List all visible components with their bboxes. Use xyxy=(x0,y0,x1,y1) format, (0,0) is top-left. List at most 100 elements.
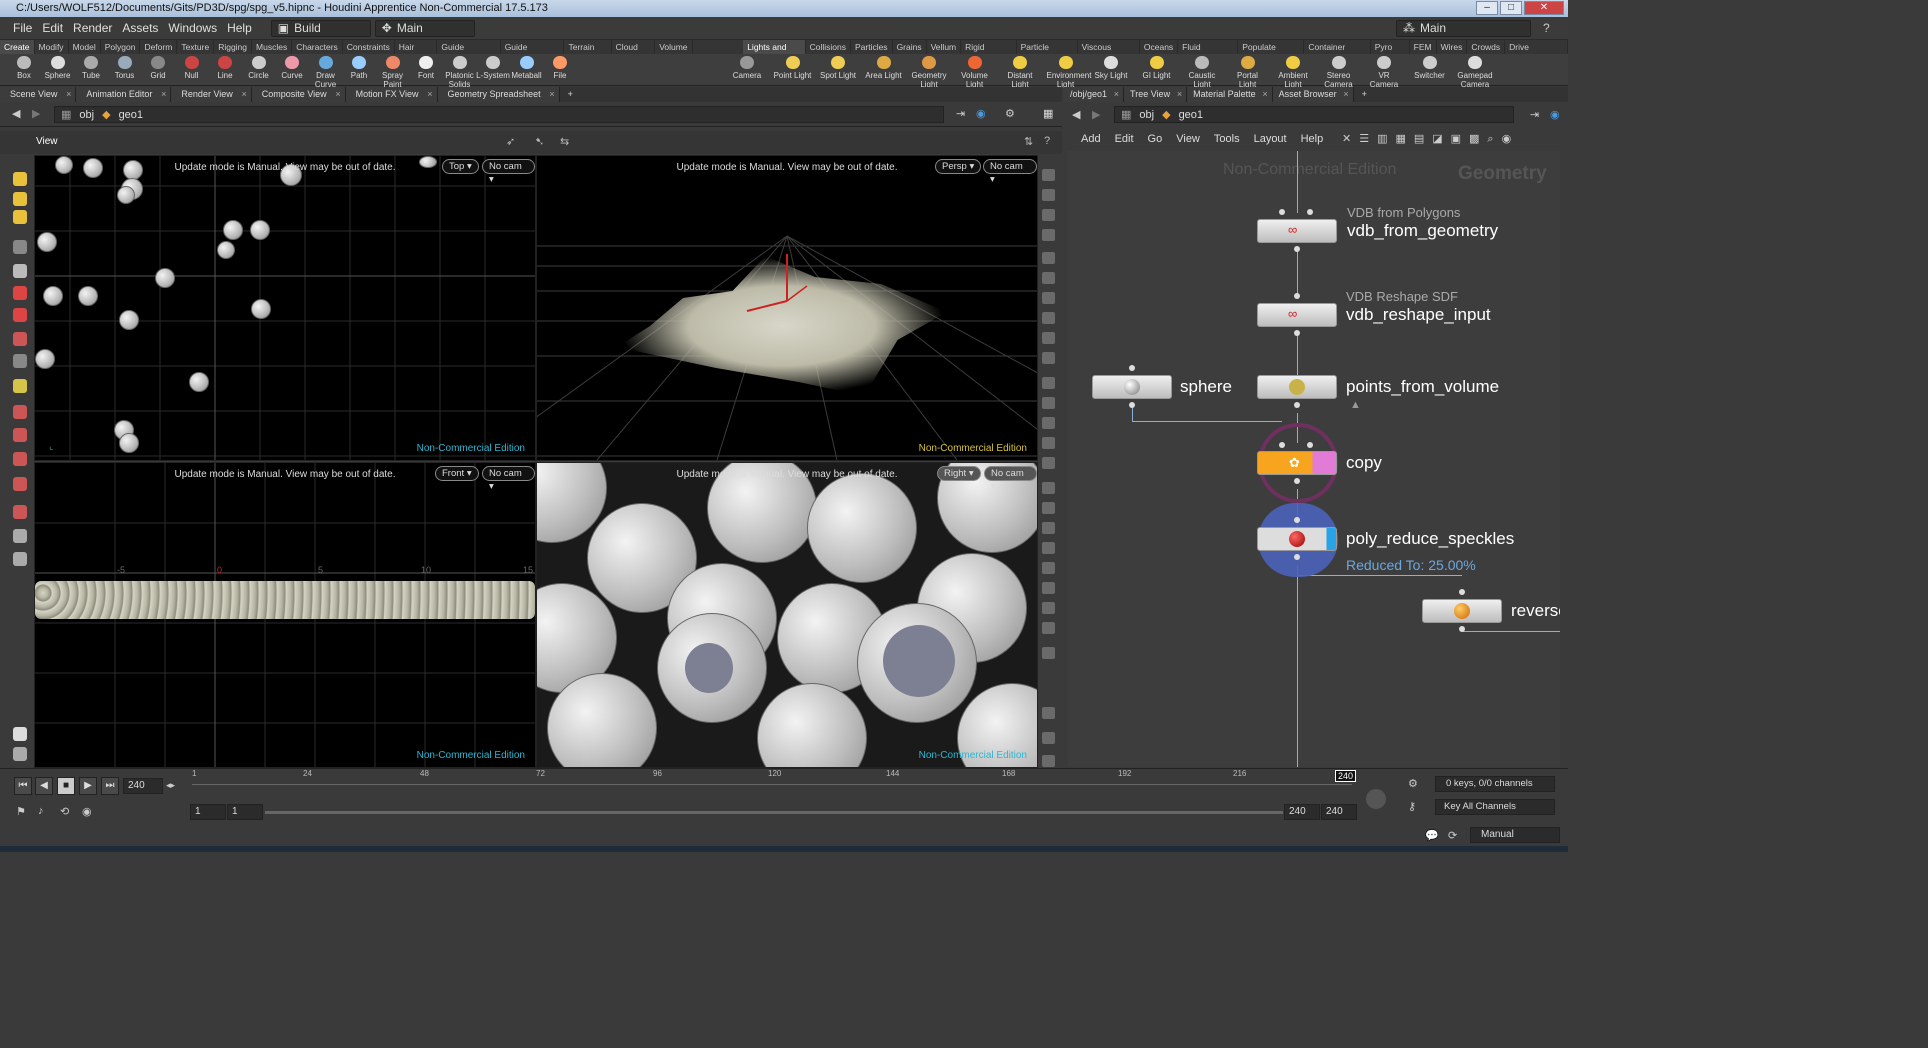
net-tab[interactable]: /obj/geo1 xyxy=(1064,87,1125,102)
node-poly-reduce-speckles[interactable] xyxy=(1257,527,1337,551)
node-output[interactable] xyxy=(1294,330,1300,336)
net-menu-go[interactable]: Go xyxy=(1141,133,1170,145)
display-option-icon[interactable] xyxy=(1042,209,1055,221)
path-field[interactable]: ▦ obj ◆ geo1 xyxy=(54,106,944,123)
shelf-tab[interactable]: Drive Simula... xyxy=(1505,40,1568,66)
shelf-tab[interactable]: Container Tools xyxy=(1304,40,1371,66)
node-output[interactable] xyxy=(1294,246,1300,252)
keys-channels-field[interactable]: 0 keys, 0/0 channels xyxy=(1435,776,1555,792)
net-link-icon[interactable]: ◉ xyxy=(1550,108,1560,121)
viewport-top[interactable]: Update mode is Manual. View may be out o… xyxy=(34,155,536,461)
viewer-tool-icon[interactable] xyxy=(13,727,27,741)
display-option-icon[interactable] xyxy=(1042,482,1055,494)
shelf-tool[interactable]: Distant Light xyxy=(1001,54,1039,89)
node-input[interactable] xyxy=(1307,209,1313,215)
realtime-toggle-icon[interactable]: ◉ xyxy=(82,805,92,818)
current-frame-field[interactable]: 240 xyxy=(123,778,163,794)
shelf-tab[interactable]: Particles xyxy=(851,40,893,54)
display-option-icon[interactable] xyxy=(1042,602,1055,614)
desktop-main-select[interactable]: ✥ Main xyxy=(374,19,475,37)
range-start-field[interactable]: 1 xyxy=(227,804,263,820)
shelf-tab[interactable]: Viscous Fluids xyxy=(1078,40,1140,66)
menu-file[interactable]: File xyxy=(8,21,37,35)
shelf-tool[interactable]: Sky Light xyxy=(1092,54,1130,80)
start-frame-field[interactable]: 1 xyxy=(190,804,226,820)
lock-icon[interactable]: ▲ xyxy=(1350,399,1361,411)
node-copy[interactable]: ✿ xyxy=(1257,451,1337,475)
desktop-right-select[interactable]: ⁂ Main xyxy=(1396,19,1531,37)
node-input[interactable] xyxy=(1459,589,1465,595)
viewer-tool-icon[interactable] xyxy=(13,192,27,206)
viewer-tool-icon[interactable] xyxy=(13,552,27,566)
node-output[interactable] xyxy=(1294,478,1300,484)
net-menu-layout[interactable]: Layout xyxy=(1247,133,1294,145)
net-menu-add[interactable]: Add xyxy=(1074,133,1108,145)
shelf-tool[interactable]: Torus xyxy=(106,54,144,80)
shelf-tool[interactable]: Camera xyxy=(728,54,766,80)
link-icon[interactable]: ◉ xyxy=(976,107,986,120)
shelf-tab[interactable]: Fluid Contai... xyxy=(1178,40,1239,66)
shelf-tool[interactable]: Ambient Light xyxy=(1274,54,1312,89)
node-input[interactable] xyxy=(1279,442,1285,448)
shelf-tab[interactable]: FEM xyxy=(1410,40,1437,54)
display-option-icon[interactable] xyxy=(1042,169,1055,181)
shelf-tab[interactable]: Muscles xyxy=(252,40,293,54)
camera-select-persp[interactable]: No cam ▾ xyxy=(983,159,1037,185)
node-output[interactable] xyxy=(1294,554,1300,560)
realtime-icon[interactable] xyxy=(1366,789,1386,809)
node-input[interactable] xyxy=(1279,209,1285,215)
viewer-tool-icon[interactable] xyxy=(13,308,27,322)
node-points-from-volume[interactable] xyxy=(1257,375,1337,399)
key-all-channels-select[interactable]: Key All Channels xyxy=(1435,799,1555,815)
display-option-icon[interactable] xyxy=(1042,622,1055,634)
shelf-tab[interactable]: Create xyxy=(0,40,35,54)
display-option-icon[interactable] xyxy=(1042,732,1055,744)
shelf-tab[interactable]: Populate Con... xyxy=(1238,40,1305,66)
pane-tab[interactable]: Composite View xyxy=(251,87,346,102)
shelf-tool[interactable]: Point Light xyxy=(774,54,812,80)
shelf-tab[interactable]: Hair Utils xyxy=(395,40,438,66)
range-end-field[interactable]: 240 xyxy=(1284,804,1320,820)
viewer-tool-icon[interactable] xyxy=(13,264,27,278)
timeline-track[interactable]: 1 24 48 72 96 120 144 168 192 216 240 xyxy=(192,769,1357,793)
end-frame-field[interactable]: 240 xyxy=(1321,804,1357,820)
net-back-icon[interactable]: ◀ xyxy=(1072,108,1080,121)
shelf-tab[interactable]: Wires xyxy=(1437,40,1468,54)
frame-step-icon[interactable]: ◂▸ xyxy=(166,780,175,791)
shelf-tool[interactable]: Area Light xyxy=(865,54,903,80)
display-option-icon[interactable] xyxy=(1042,457,1055,469)
key-icon[interactable]: ⚷ xyxy=(1408,800,1416,813)
shelf-tool[interactable]: File xyxy=(541,54,579,80)
net-menu-tools[interactable]: Tools xyxy=(1207,133,1247,145)
display-option-icon[interactable] xyxy=(1042,502,1055,514)
shelf-tool[interactable]: VR Camera xyxy=(1365,54,1403,89)
net-menu-help[interactable]: Help xyxy=(1294,133,1331,145)
shelf-tool[interactable]: Caustic Light xyxy=(1183,54,1221,89)
viewer-tool-icon[interactable] xyxy=(13,210,27,224)
viewer-tool-icon[interactable] xyxy=(13,405,27,419)
shelf-tab[interactable]: Crowds xyxy=(1467,40,1506,54)
shelf-tab[interactable]: Rigging xyxy=(214,40,253,54)
help-icon[interactable]: ? xyxy=(1543,21,1550,35)
viewer-tool-icon[interactable] xyxy=(13,354,27,368)
node-input[interactable] xyxy=(1294,293,1300,299)
node-output[interactable] xyxy=(1459,626,1465,632)
transform-icon[interactable]: ➷ xyxy=(535,135,544,148)
display-option-icon[interactable] xyxy=(1042,755,1055,767)
shelf-tool[interactable]: Environment Light xyxy=(1047,54,1091,89)
node-reverse[interactable] xyxy=(1422,599,1502,623)
shelf-tool[interactable]: Platonic Solids xyxy=(441,54,479,89)
pane-tab[interactable]: Render View xyxy=(171,87,252,102)
shelf-tab[interactable]: Oceans xyxy=(1140,40,1179,54)
forward-icon[interactable]: ▶ xyxy=(32,107,40,120)
audio-icon[interactable]: ⚙ xyxy=(1408,777,1418,790)
display-option-icon[interactable] xyxy=(1042,707,1055,719)
pane-tab[interactable]: Animation Editor xyxy=(76,87,172,102)
shelf-tool[interactable]: Spot Light xyxy=(819,54,857,80)
range-slider[interactable] xyxy=(265,811,1283,814)
update-mode-select[interactable]: Manual xyxy=(1470,827,1560,843)
display-option-icon[interactable] xyxy=(1042,352,1055,364)
net-tab[interactable]: Material Palette xyxy=(1187,87,1273,102)
viewport-right[interactable]: Update mode is Manual. View may be out o… xyxy=(536,462,1038,768)
shelf-tab[interactable]: Volume xyxy=(655,40,693,54)
